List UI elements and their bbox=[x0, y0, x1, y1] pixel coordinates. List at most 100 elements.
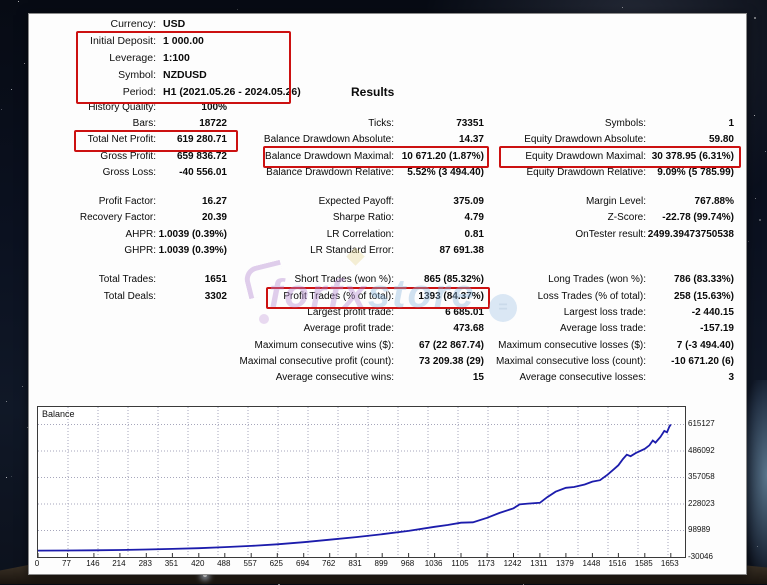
header-value: 1 000.00 bbox=[163, 35, 204, 47]
stat-value: 375.09 bbox=[394, 196, 484, 207]
star bbox=[11, 476, 12, 477]
stats-block: Total Trades:1651Short Trades (won %):86… bbox=[29, 272, 739, 386]
stats-row: Average profit trade:473.68Average loss … bbox=[29, 321, 739, 337]
stat-value: -157.19 bbox=[646, 323, 734, 334]
stat-label: Average consecutive wins: bbox=[227, 372, 394, 383]
stat-value: 14.37 bbox=[394, 134, 484, 145]
balance-chart: Balance bbox=[37, 406, 686, 558]
x-tick-label: 1173 bbox=[473, 559, 499, 568]
x-tick-label: 1311 bbox=[526, 559, 552, 568]
stat-label: Balance Drawdown Relative: bbox=[227, 167, 394, 178]
stat-label: Equity Drawdown Relative: bbox=[484, 167, 646, 178]
stat-label: Maximum consecutive wins ($): bbox=[227, 340, 394, 351]
stat-label: Gross Loss: bbox=[29, 167, 156, 178]
x-tick-label: 283 bbox=[132, 559, 158, 568]
stat-label: Bars: bbox=[29, 118, 156, 129]
stat-value: 9.09% (5 785.99) bbox=[646, 167, 734, 178]
stat-label: Symbols: bbox=[484, 118, 646, 129]
stat-value: 4.79 bbox=[394, 212, 484, 223]
stat-label: Profit Trades (% of total): bbox=[227, 291, 394, 302]
y-tick-label: 228023 bbox=[688, 499, 715, 508]
stat-value: 1393 (84.37%) bbox=[394, 291, 484, 302]
stats-row: GHPR:1.0039 (0.39%)LR Standard Error:87 … bbox=[29, 242, 739, 258]
x-tick-label: 1653 bbox=[657, 559, 683, 568]
stat-value: -22.78 (99.74%) bbox=[646, 212, 734, 223]
stat-label: Average consecutive losses: bbox=[484, 372, 646, 383]
header-label: Initial Deposit: bbox=[29, 35, 156, 47]
x-tick-label: 625 bbox=[263, 559, 289, 568]
stat-value: 30 378.95 (6.31%) bbox=[646, 151, 734, 162]
x-tick-label: 557 bbox=[237, 559, 263, 568]
stats-grid: History Quality:100%Bars:18722Ticks:7335… bbox=[29, 99, 739, 399]
stat-value: 87 691.38 bbox=[394, 245, 484, 256]
stat-value: -40 556.01 bbox=[156, 167, 227, 178]
star bbox=[765, 151, 766, 152]
stat-label: Maximum consecutive losses ($): bbox=[484, 340, 646, 351]
stat-value: 73 209.38 (29) bbox=[394, 356, 484, 367]
chart-series-label: Balance bbox=[42, 409, 75, 419]
stat-label: Loss Trades (% of total): bbox=[484, 291, 646, 302]
stats-block: Profit Factor:16.27Expected Payoff:375.0… bbox=[29, 193, 739, 258]
stat-label: Equity Drawdown Maximal: bbox=[484, 151, 646, 162]
stat-label: Gross Profit: bbox=[29, 151, 156, 162]
stat-value: 67 (22 867.74) bbox=[394, 340, 484, 351]
stats-row: Maximal consecutive profit (count):73 20… bbox=[29, 353, 739, 369]
stat-label: GHPR: bbox=[29, 245, 156, 256]
header-row: Leverage:1:100 bbox=[29, 50, 449, 67]
stats-row: Recovery Factor:20.39Sharpe Ratio:4.79Z-… bbox=[29, 210, 739, 226]
stat-value: 59.80 bbox=[646, 134, 734, 145]
stat-label: Long Trades (won %): bbox=[484, 274, 646, 285]
x-tick-label: 694 bbox=[290, 559, 316, 568]
y-tick-label: 357058 bbox=[688, 472, 715, 481]
stat-value: 6 685.01 bbox=[394, 307, 484, 318]
stats-block: History Quality:100%Bars:18722Ticks:7335… bbox=[29, 99, 739, 180]
stat-value: -2 440.15 bbox=[646, 307, 734, 318]
x-tick-label: 0 bbox=[24, 559, 50, 568]
stat-label: Sharpe Ratio: bbox=[227, 212, 394, 223]
chart-y-axis-labels: 61512748609235705822802398989-30046 bbox=[688, 406, 738, 566]
header-value: USD bbox=[163, 18, 185, 30]
stat-value: 7 (-3 494.40) bbox=[646, 340, 734, 351]
star bbox=[1, 109, 2, 110]
chart-x-axis-labels: 0771462142833514204885576256947628318999… bbox=[37, 559, 697, 571]
x-tick-label: 831 bbox=[342, 559, 368, 568]
x-tick-label: 1585 bbox=[631, 559, 657, 568]
star bbox=[22, 386, 23, 387]
stat-label: LR Correlation: bbox=[227, 229, 394, 240]
stat-label: Balance Drawdown Absolute: bbox=[227, 134, 394, 145]
stats-row: Gross Loss:-40 556.01Balance Drawdown Re… bbox=[29, 164, 739, 180]
star bbox=[754, 115, 755, 116]
stat-value: 1651 bbox=[156, 274, 227, 285]
results-title: Results bbox=[351, 85, 394, 99]
stat-label: Average loss trade: bbox=[484, 323, 646, 334]
stat-value: 659 836.72 bbox=[156, 151, 227, 162]
star bbox=[11, 89, 12, 90]
stat-label: LR Standard Error: bbox=[227, 245, 394, 256]
y-tick-label: 615127 bbox=[688, 419, 715, 428]
stat-label: Ticks: bbox=[227, 118, 394, 129]
stats-row: Bars:18722Ticks:73351Symbols:1 bbox=[29, 115, 739, 131]
y-tick-label: 98989 bbox=[688, 525, 710, 534]
stat-label: AHPR: bbox=[29, 229, 156, 240]
stat-label: Average profit trade: bbox=[227, 323, 394, 334]
x-tick-label: 488 bbox=[211, 559, 237, 568]
stat-label: History Quality: bbox=[29, 102, 156, 113]
x-tick-label: 146 bbox=[80, 559, 106, 568]
header-row: Initial Deposit: 1 000.00 bbox=[29, 33, 449, 50]
stat-label: Balance Drawdown Maximal: bbox=[227, 151, 394, 162]
stat-label: Total Net Profit: bbox=[29, 134, 156, 145]
balance-chart-svg bbox=[38, 407, 685, 557]
stat-label: Maximal consecutive profit (count): bbox=[227, 356, 394, 367]
x-tick-label: 1448 bbox=[578, 559, 604, 568]
x-tick-label: 351 bbox=[158, 559, 184, 568]
stat-value: 16.27 bbox=[156, 196, 227, 207]
stat-label: Profit Factor: bbox=[29, 196, 156, 207]
x-tick-label: 420 bbox=[185, 559, 211, 568]
stat-label: Total Trades: bbox=[29, 274, 156, 285]
stat-label: Equity Drawdown Absolute: bbox=[484, 134, 646, 145]
header-row: Currency:USD bbox=[29, 16, 449, 33]
stats-row: Largest profit trade:6 685.01Largest los… bbox=[29, 304, 739, 320]
stat-label: OnTester result: bbox=[484, 229, 646, 240]
stat-value: -10 671.20 (6) bbox=[646, 356, 734, 367]
x-tick-label: 77 bbox=[54, 559, 80, 568]
